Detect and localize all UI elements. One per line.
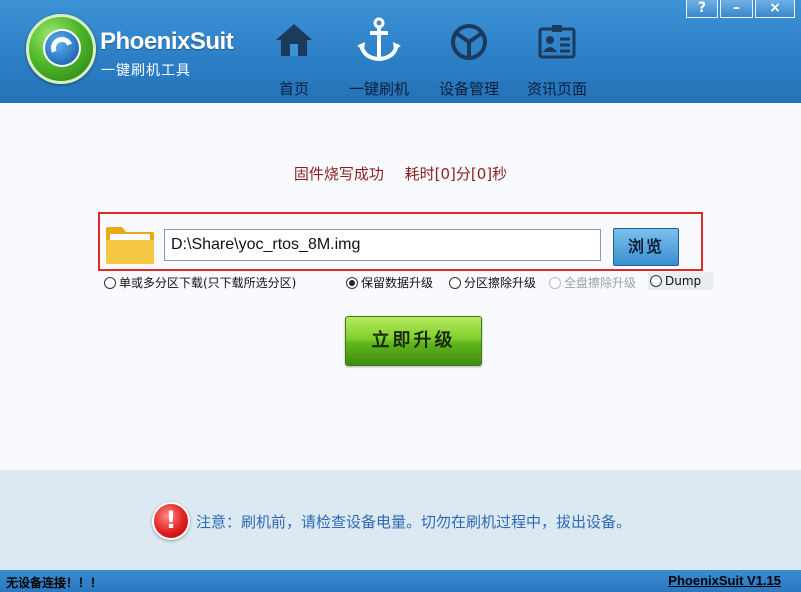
flash-panel: 固件烧写成功 耗时[0]分[0]秒 D:\Share\yoc_rtos_8M.i…: [0, 103, 801, 470]
nav-flash[interactable]: 一键刷机: [344, 0, 414, 103]
option-full-erase-label: 全盘擦除升级: [564, 276, 637, 290]
home-icon: [276, 24, 312, 56]
phoenix-logo-icon: [26, 14, 96, 84]
nav-news[interactable]: 资讯页面: [522, 0, 592, 103]
upgrade-now-button[interactable]: 立即升级: [345, 316, 482, 366]
radio-partition-erase[interactable]: [449, 276, 461, 289]
option-partition-erase[interactable]: 分区擦除升级: [449, 274, 536, 291]
option-keep-data[interactable]: 保留数据升级: [346, 274, 433, 291]
firmware-file-box: D:\Share\yoc_rtos_8M.img 浏览: [98, 212, 703, 271]
option-dump-label: Dump: [665, 274, 702, 288]
nav-flash-label: 一键刷机: [348, 80, 409, 98]
option-partition-download-label: 单或多分区下载(只下载所选分区): [119, 276, 297, 290]
app-header: PhoenixSuit 一键刷机工具 首页 一键刷机 设备管理 资讯页面 ? –…: [0, 0, 801, 103]
nav-device[interactable]: 设备管理: [434, 0, 504, 103]
option-partition-download[interactable]: 单或多分区下载(只下载所选分区): [104, 274, 296, 291]
option-partition-erase-label: 分区擦除升级: [464, 276, 537, 290]
version-link[interactable]: PhoenixSuit V1.15: [668, 573, 781, 588]
alert-icon: !: [152, 502, 190, 540]
connection-status: 无设备连接！！！: [6, 576, 103, 590]
help-button[interactable]: ?: [686, 0, 718, 18]
anchor-icon: [357, 17, 401, 62]
notice-text: 注意：刷机前，请检查设备电量。切勿在刷机过程中，拔出设备。: [196, 513, 632, 531]
flash-status: 固件烧写成功 耗时[0]分[0]秒: [0, 163, 801, 184]
notice-area: ! 注意：刷机前，请检查设备电量。切勿在刷机过程中，拔出设备。: [0, 470, 801, 570]
option-full-erase: 全盘擦除升级: [549, 274, 636, 291]
option-keep-data-label: 保留数据升级: [361, 276, 434, 290]
news-icon: [538, 25, 576, 59]
option-dump[interactable]: Dump: [648, 272, 714, 290]
firmware-path-input[interactable]: D:\Share\yoc_rtos_8M.img: [164, 229, 601, 261]
close-button[interactable]: ×: [755, 0, 795, 18]
nav-home-label: 首页: [278, 80, 309, 98]
device-icon: [451, 24, 487, 60]
browse-button[interactable]: 浏览: [613, 228, 679, 266]
brand-subtitle: 一键刷机工具: [101, 63, 191, 79]
folder-icon: [106, 227, 154, 264]
minimize-button[interactable]: –: [720, 0, 753, 18]
radio-dump[interactable]: [650, 275, 662, 287]
upgrade-options: 单或多分区下载(只下载所选分区) 保留数据升级 分区擦除升级 全盘擦除升级 Du…: [100, 271, 714, 291]
flash-result-text: 固件烧写成功: [293, 165, 384, 183]
radio-keep-data[interactable]: [346, 276, 358, 289]
brand-name: PhoenixSuit: [100, 28, 234, 55]
status-bar: 无设备连接！！！ PhoenixSuit V1.15: [0, 570, 801, 592]
nav-home[interactable]: 首页: [264, 0, 324, 103]
radio-partition-download[interactable]: [104, 276, 116, 289]
elapsed-time-text: 耗时[0]分[0]秒: [404, 165, 508, 183]
nav-device-label: 设备管理: [438, 80, 499, 98]
nav-news-label: 资讯页面: [526, 80, 587, 98]
radio-full-erase: [549, 276, 561, 289]
